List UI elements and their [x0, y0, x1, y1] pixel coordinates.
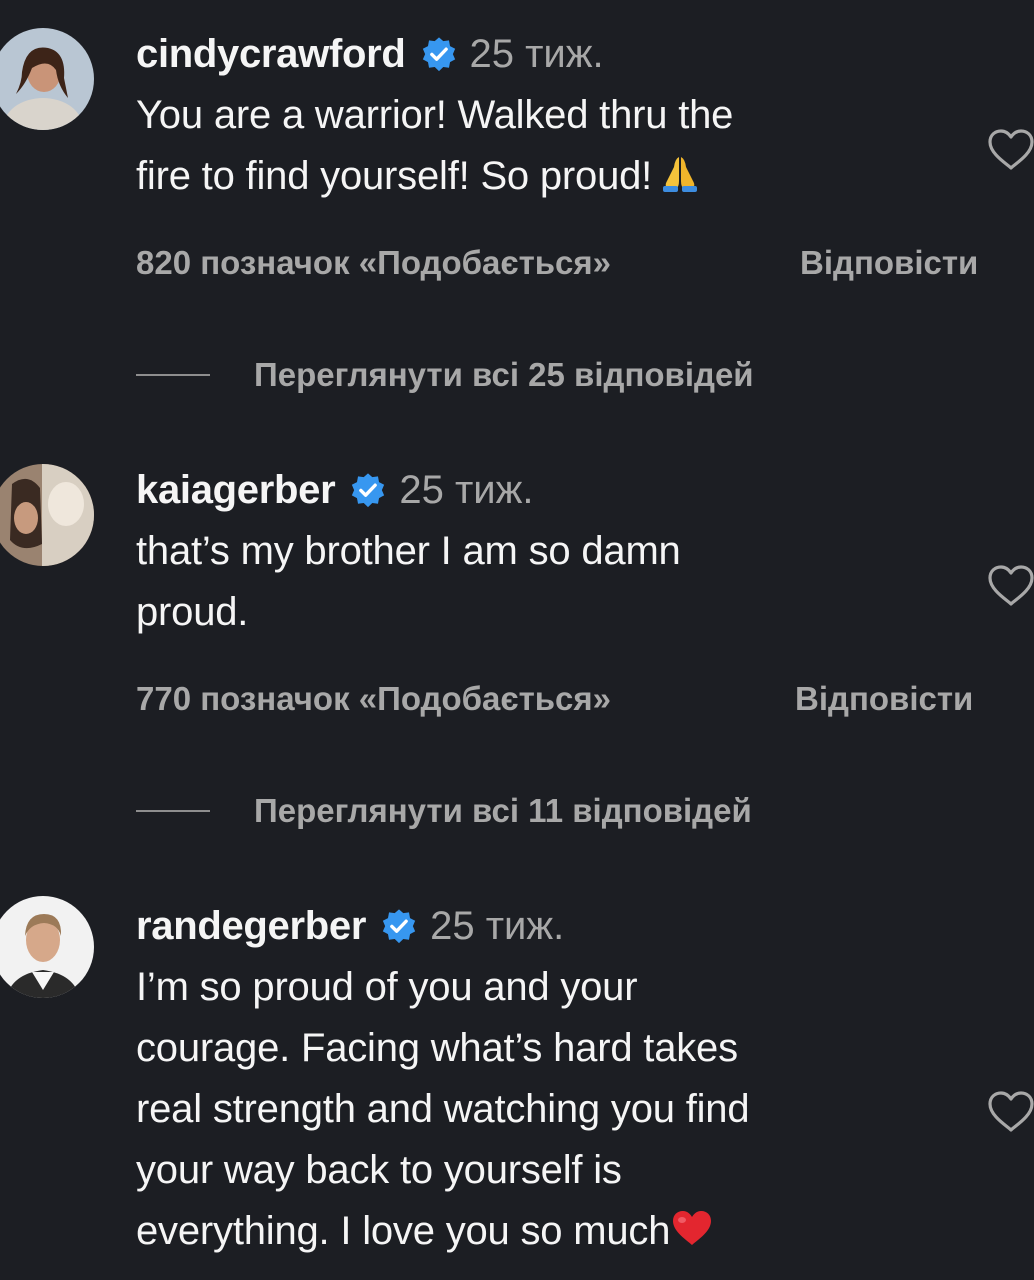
- verified-badge-icon: [422, 37, 455, 72]
- comment-line-with-emoji: everything. I love you so much: [136, 1201, 936, 1262]
- timestamp: 25 тиж.: [430, 903, 565, 948]
- comment-line: real strength and watching you find: [136, 1087, 750, 1131]
- comment-line: your way back to yourself is: [136, 1148, 622, 1192]
- verified-badge-icon: [382, 909, 416, 944]
- like-count[interactable]: 820 позначок «Подобається»: [136, 244, 611, 282]
- avatar[interactable]: [0, 896, 94, 998]
- comment-line: that’s my brother I am so damn: [136, 529, 681, 573]
- timestamp: 25 тиж.: [399, 467, 534, 512]
- comment-cindycrawford: cindycrawford 25 тиж. You are a warrior!…: [0, 0, 1034, 420]
- verified-badge-icon: [352, 473, 385, 508]
- like-heart-icon[interactable]: [986, 564, 1034, 608]
- like-heart-icon[interactable]: [986, 1090, 1034, 1134]
- avatar[interactable]: [0, 464, 94, 566]
- comment-text: You are a warrior! Walked thru the fire …: [136, 85, 936, 207]
- view-replies-button[interactable]: Переглянути всі 25 відповідей: [136, 356, 754, 394]
- username[interactable]: randegerber: [136, 904, 366, 949]
- view-replies-label: Переглянути всі 25 відповідей: [254, 356, 754, 393]
- comment-line: fire to find yourself! So proud!: [136, 154, 653, 198]
- username[interactable]: cindycrawford: [136, 32, 406, 77]
- avatar[interactable]: [0, 28, 94, 130]
- divider-line: [136, 810, 210, 812]
- folded-hands-icon: [663, 157, 698, 192]
- comment-text: that’s my brother I am so damn proud.: [136, 521, 936, 643]
- username[interactable]: kaiagerber: [136, 468, 336, 513]
- comment-header: kaiagerber 25 тиж.: [136, 464, 534, 516]
- like-count[interactable]: 770 позначок «Подобається»: [136, 680, 611, 718]
- comment-line: everything. I love you so much: [136, 1209, 671, 1253]
- view-replies-button[interactable]: Переглянути всі 11 відповідей: [136, 792, 752, 830]
- like-heart-icon[interactable]: [986, 128, 1034, 172]
- comment-header: cindycrawford 25 тиж.: [136, 28, 604, 80]
- comment-line-with-emoji: fire to find yourself! So proud!: [136, 146, 936, 207]
- reply-button[interactable]: Відповісти: [795, 680, 973, 718]
- divider-line: [136, 374, 210, 376]
- reply-button[interactable]: Відповісти: [800, 244, 978, 282]
- comment-line: You are a warrior! Walked thru the: [136, 93, 734, 137]
- comment-text: I’m so proud of you and your courage. Fa…: [136, 957, 936, 1262]
- comment-line: proud.: [136, 590, 249, 634]
- comment-line: I’m so proud of you and your: [136, 965, 638, 1009]
- red-heart-icon: [673, 1211, 712, 1245]
- view-replies-label: Переглянути всі 11 відповідей: [254, 792, 752, 829]
- comment-header: randegerber 25 тиж.: [136, 900, 564, 952]
- timestamp: 25 тиж.: [469, 31, 604, 76]
- comment-line: courage. Facing what’s hard takes: [136, 1026, 738, 1070]
